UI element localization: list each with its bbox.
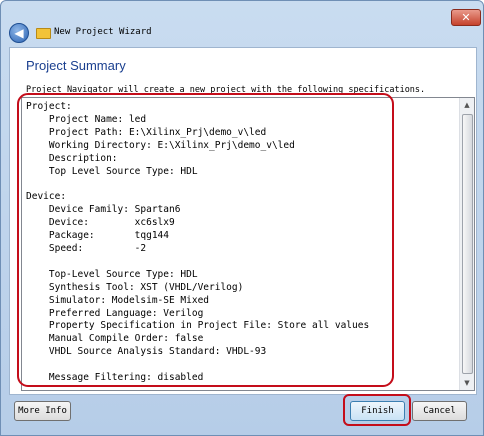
back-arrow-icon[interactable]: ◀ bbox=[9, 23, 29, 43]
wizard-content: Project Summary Project Navigator will c… bbox=[9, 47, 477, 395]
title-bar: ◀ New Project Wizard ✕ bbox=[1, 1, 483, 45]
finish-button[interactable]: Finish bbox=[350, 401, 405, 421]
summary-text-area[interactable]: Project: Project Name: led Project Path:… bbox=[21, 97, 475, 391]
cancel-button[interactable]: Cancel bbox=[412, 401, 467, 421]
more-info-button[interactable]: More Info bbox=[14, 401, 71, 421]
window-title: New Project Wizard bbox=[54, 27, 152, 37]
wizard-folder-icon bbox=[36, 28, 51, 39]
page-subtitle: Project Navigator will create a new proj… bbox=[26, 85, 426, 95]
close-button[interactable]: ✕ bbox=[451, 9, 481, 26]
scroll-up-icon[interactable]: ▲ bbox=[460, 98, 474, 112]
wizard-window: ◀ New Project Wizard ✕ Project Summary P… bbox=[0, 0, 484, 436]
summary-text: Project: Project Name: led Project Path:… bbox=[26, 101, 370, 384]
vertical-scrollbar[interactable]: ▲ ▼ bbox=[459, 98, 474, 390]
scroll-down-icon[interactable]: ▼ bbox=[460, 376, 474, 390]
scroll-thumb[interactable] bbox=[462, 114, 473, 374]
page-title: Project Summary bbox=[26, 58, 126, 73]
